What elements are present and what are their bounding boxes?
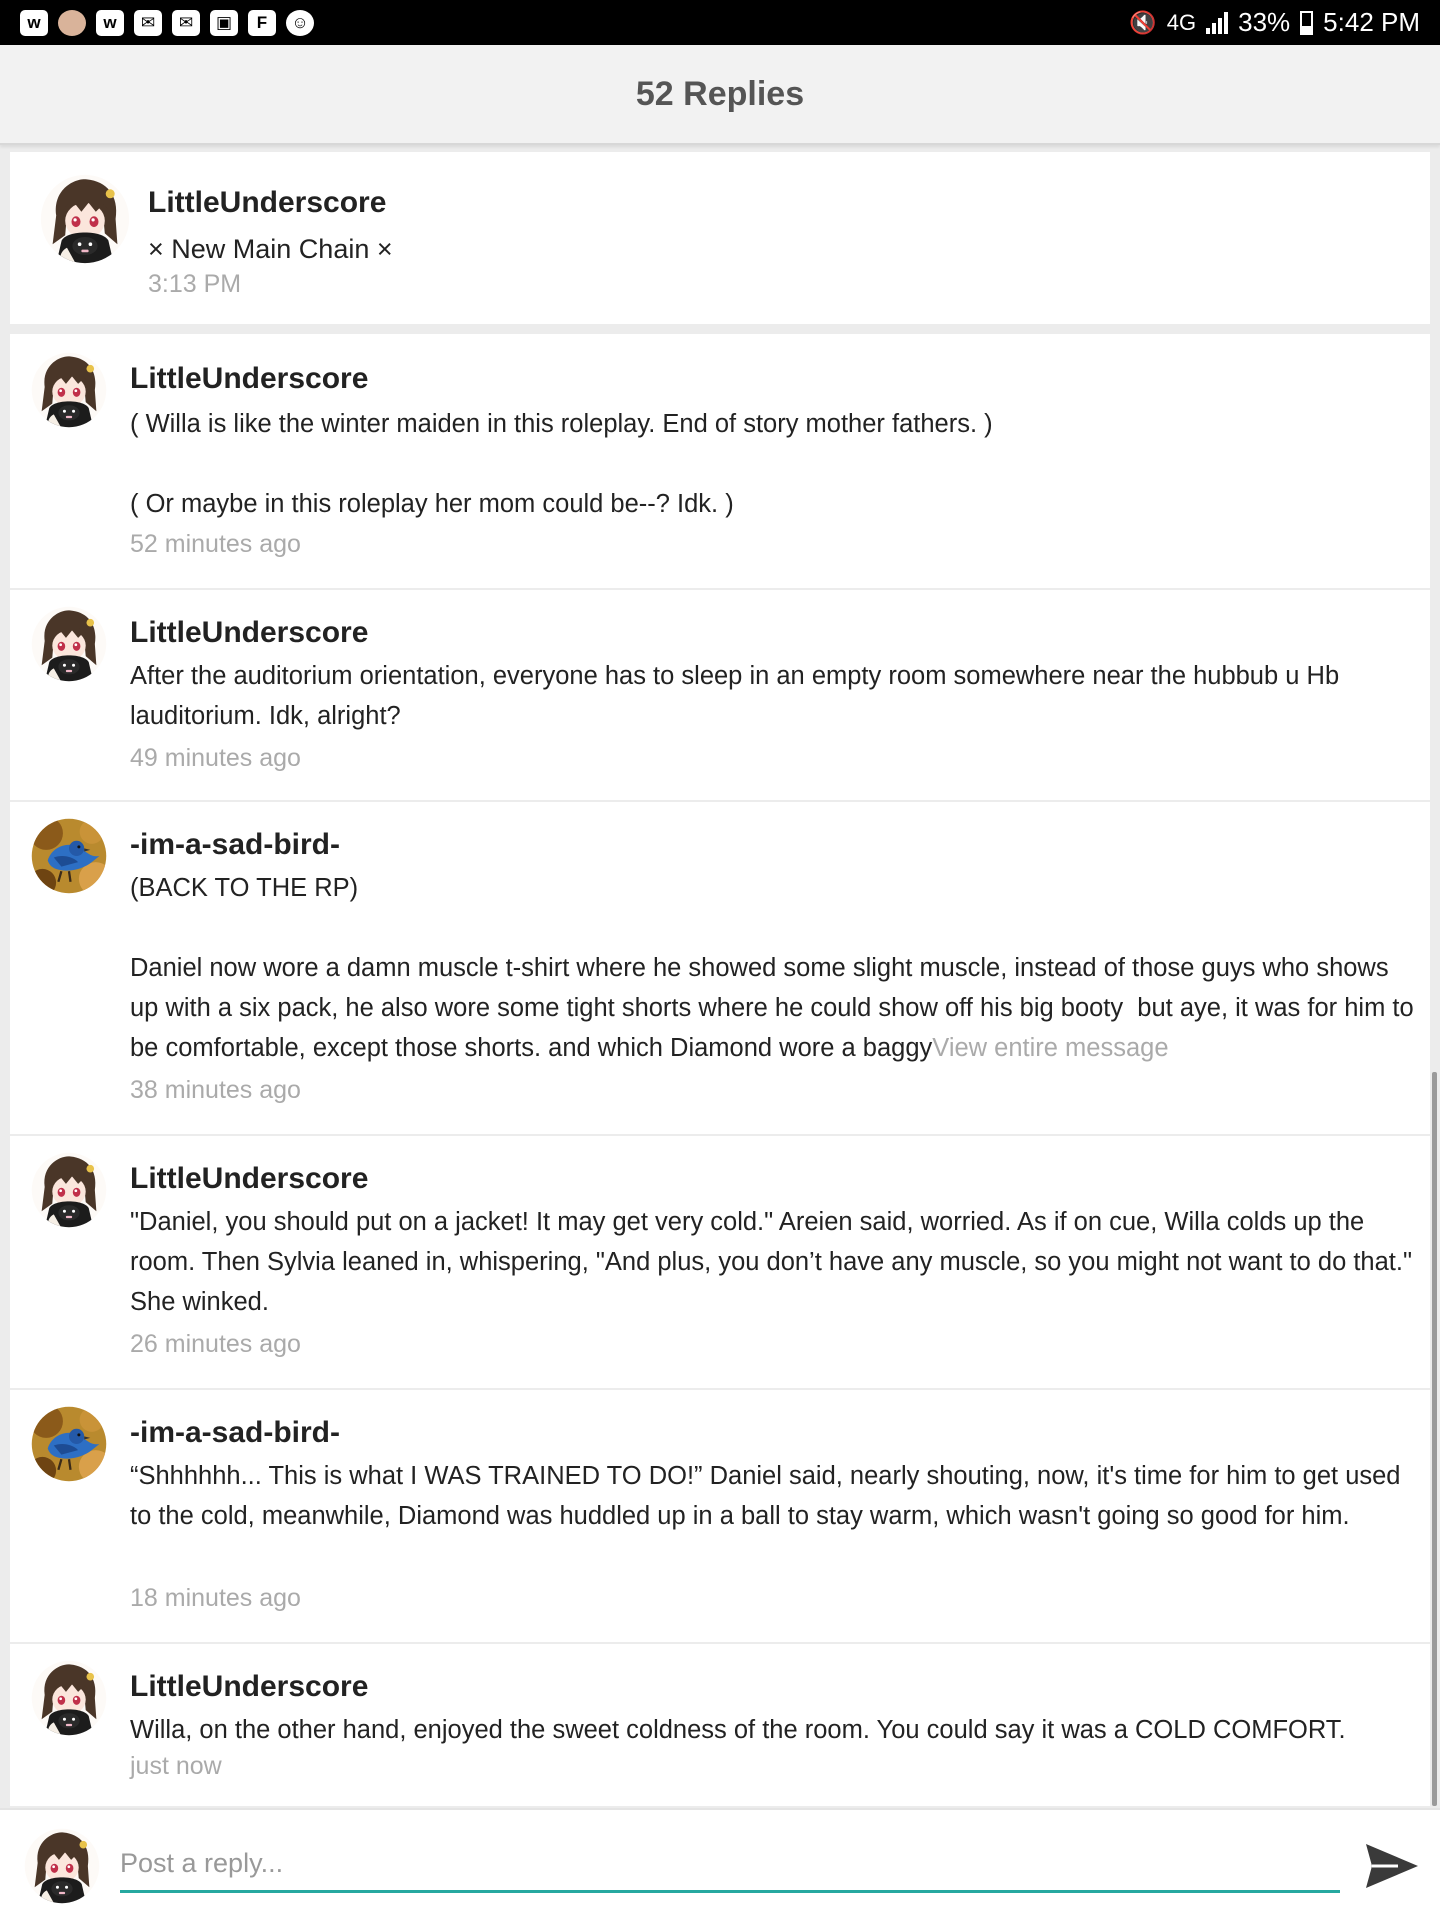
reply-timestamp: 26 minutes ago: [130, 1330, 301, 1358]
battery-percent: 33%: [1238, 7, 1291, 37]
reply-timestamp: 49 minutes ago: [130, 744, 301, 772]
reply-author[interactable]: LittleUnderscore: [130, 1162, 368, 1196]
list-item[interactable]: LittleUnderscore Willa, on the other han…: [10, 1644, 1430, 1806]
reply-timestamp: just now: [130, 1752, 222, 1780]
notification-icons: w w ✉ ✉ ▣ F ☺: [20, 9, 314, 36]
list-item[interactable]: LittleUnderscore After the auditorium or…: [10, 590, 1430, 802]
reply-author[interactable]: LittleUnderscore: [130, 362, 368, 396]
avatar: [24, 1828, 100, 1904]
view-entire-message-link[interactable]: View entire message: [932, 1034, 1168, 1062]
reply-input[interactable]: [120, 1836, 1340, 1893]
list-item[interactable]: LittleUnderscore ( Willa is like the win…: [10, 334, 1430, 590]
reply-text: (BACK TO THE RP) Daniel now wore a damn …: [130, 868, 1420, 1068]
post-title: × New Main Chain ×: [148, 234, 393, 264]
battery-icon: [1300, 10, 1314, 35]
system-indicators: 🔇 4G 33% 5:42 PM: [1129, 7, 1420, 38]
replies-header: 52 Replies: [0, 45, 1440, 145]
signal-icon: [1206, 11, 1229, 34]
reply-text: After the auditorium orientation, everyo…: [130, 662, 1347, 730]
avatar[interactable]: [31, 606, 107, 682]
avatar-notification-icon: [58, 9, 86, 36]
reply-author[interactable]: LittleUnderscore: [130, 616, 368, 650]
reply-text: “Shhhhhh... This is what I WAS TRAINED T…: [130, 1462, 1408, 1530]
reply-timestamp: 38 minutes ago: [130, 1076, 301, 1104]
send-icon[interactable]: [1364, 1842, 1420, 1890]
avatar[interactable]: [31, 352, 107, 428]
replies-list[interactable]: LittleUnderscore ( Willa is like the win…: [10, 334, 1430, 1806]
list-item[interactable]: LittleUnderscore "Daniel, you should put…: [10, 1136, 1430, 1390]
avatar[interactable]: [31, 818, 107, 894]
list-item[interactable]: -im-a-sad-bird- (BACK TO THE RP) Daniel …: [10, 802, 1430, 1136]
avatar[interactable]: [31, 1406, 107, 1482]
reply-text: ( Willa is like the winter maiden in thi…: [130, 410, 993, 518]
w-app-icon: w: [96, 9, 124, 36]
reply-author[interactable]: LittleUnderscore: [130, 1670, 368, 1704]
reply-text-content: (BACK TO THE RP) Daniel now wore a damn …: [130, 874, 1414, 1062]
w-app-icon: w: [20, 9, 48, 36]
original-post-card[interactable]: LittleUnderscore × New Main Chain × 3:13…: [10, 152, 1430, 324]
reply-composer: [0, 1808, 1440, 1920]
clock: 5:42 PM: [1323, 7, 1420, 37]
list-item[interactable]: -im-a-sad-bird- “Shhhhhh... This is what…: [10, 1390, 1430, 1644]
reply-timestamp: 18 minutes ago: [130, 1584, 301, 1612]
page-title: 52 Replies: [635, 74, 805, 113]
smiley-icon: ☺: [286, 9, 314, 36]
reply-author[interactable]: -im-a-sad-bird-: [130, 828, 340, 862]
mail-icon: ✉: [134, 9, 162, 36]
avatar[interactable]: [31, 1152, 107, 1228]
status-bar: w w ✉ ✉ ▣ F ☺ 🔇 4G 33% 5:42 PM: [0, 0, 1440, 45]
mail-icon: ✉: [172, 9, 200, 36]
mute-icon: 🔇: [1129, 9, 1157, 35]
reply-timestamp: 52 minutes ago: [130, 530, 301, 558]
avatar[interactable]: [31, 1660, 107, 1736]
network-type: 4G: [1166, 9, 1197, 35]
scrollbar[interactable]: [1432, 1072, 1437, 1806]
reply-text: Willa, on the other hand, enjoyed the sw…: [130, 1716, 1346, 1744]
avatar[interactable]: [40, 174, 130, 264]
reply-text: "Daniel, you should put on a jacket! It …: [130, 1208, 1420, 1316]
reply-author[interactable]: -im-a-sad-bird-: [130, 1416, 340, 1450]
post-author[interactable]: LittleUnderscore: [148, 186, 386, 220]
flipboard-icon: F: [248, 9, 276, 36]
image-icon: ▣: [210, 9, 238, 36]
post-timestamp: 3:13 PM: [148, 270, 242, 298]
